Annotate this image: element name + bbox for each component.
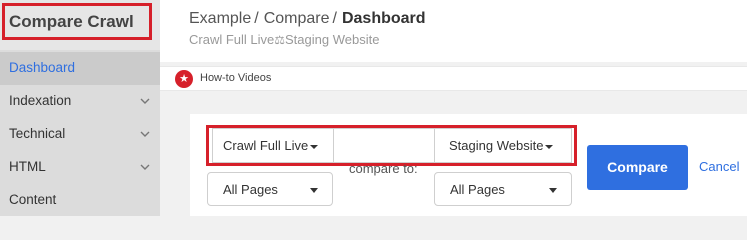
left-filter-select[interactable]: All Pages — [207, 172, 333, 206]
sidebar-item-dashboard[interactable]: Dashboard — [0, 52, 160, 85]
sidebar-item-technical[interactable]: Technical — [0, 118, 160, 151]
chevron-down-icon — [140, 164, 150, 170]
divider — [434, 129, 435, 162]
sidebar-item-indexation[interactable]: Indexation — [0, 85, 160, 118]
caret-down-icon — [310, 144, 319, 149]
page-header: Example / Compare / Dashboard Crawl Full Liv… — [160, 0, 747, 62]
sidebar-item-label: Technical — [9, 126, 66, 141]
chevron-down-icon — [140, 131, 150, 137]
sidebar-item-content[interactable]: Content — [0, 184, 160, 217]
sidebar: Compare Crawl Dashboard Indexation Techn… — [0, 0, 160, 216]
brand-area: Compare Crawl — [0, 0, 160, 50]
compare-to-label: compare to: — [349, 161, 418, 176]
sidebar-item-label: HTML — [9, 159, 46, 174]
scale-icon: ⚖ — [274, 33, 286, 47]
howto-link[interactable]: How-to Videos — [200, 72, 271, 84]
crawl-selector-group: Crawl Full Live Staging Website — [212, 128, 572, 163]
left-crawl-label: Crawl Full Live — [223, 138, 309, 153]
howto-bar: ★ How-to Videos — [160, 66, 747, 91]
breadcrumb-separator: / — [254, 10, 259, 27]
app-title[interactable]: Compare Crawl — [9, 12, 134, 32]
right-filter-select[interactable]: All Pages — [434, 172, 572, 206]
right-filter-value: All Pages — [450, 182, 505, 197]
subtitle-left-crawl: Crawl Full Live — [189, 32, 275, 47]
right-crawl-label: Staging Website — [449, 138, 544, 153]
chevron-down-icon — [140, 98, 150, 104]
breadcrumb: Example / Compare / Dashboard — [189, 10, 426, 28]
left-crawl-dropdown[interactable]: Crawl Full Live — [223, 138, 319, 153]
page-subtitle: Crawl Full Live⚖Staging Website — [189, 32, 379, 47]
caret-down-icon — [310, 188, 318, 193]
compare-button[interactable]: Compare — [587, 145, 688, 190]
divider — [333, 129, 334, 162]
sidebar-item-label: Dashboard — [9, 60, 76, 75]
sidebar-item-html[interactable]: HTML — [0, 151, 160, 184]
right-crawl-dropdown[interactable]: Staging Website — [449, 138, 554, 153]
subtitle-right-crawl: Staging Website — [285, 32, 380, 47]
breadcrumb-item-compare[interactable]: Compare — [264, 10, 330, 27]
sidebar-item-label: Content — [9, 192, 57, 207]
caret-down-icon — [549, 188, 557, 193]
breadcrumb-item-example[interactable]: Example — [189, 10, 251, 27]
caret-down-icon — [545, 144, 554, 149]
sidebar-item-label: Indexation — [9, 93, 72, 108]
left-filter-value: All Pages — [223, 182, 278, 197]
page-title: Dashboard — [341, 10, 426, 27]
star-icon[interactable]: ★ — [175, 70, 193, 88]
breadcrumb-separator: / — [332, 10, 337, 27]
cancel-link[interactable]: Cancel — [699, 159, 739, 174]
